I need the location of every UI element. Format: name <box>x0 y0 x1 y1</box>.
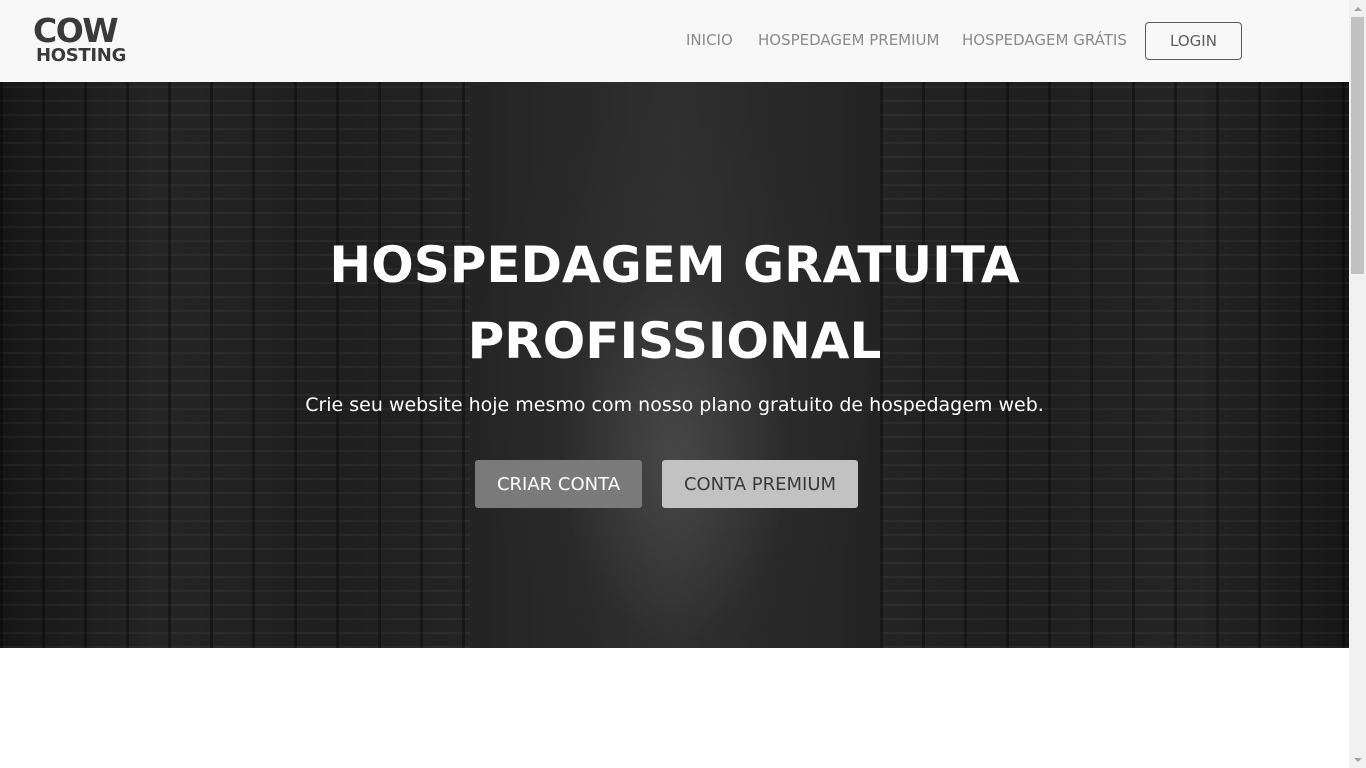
login-button[interactable]: LOGIN <box>1145 22 1242 60</box>
hero-title-line-2: PROFISSIONAL <box>467 312 882 370</box>
hero-title: HOSPEDAGEM GRATUITA PROFISSIONAL <box>0 227 1349 379</box>
scroll-down-arrow-icon[interactable] <box>1349 751 1366 768</box>
logo-line-2: HOSTING <box>36 45 127 66</box>
hero-subtitle: Crie seu website hoje mesmo com nosso pl… <box>305 394 1044 416</box>
vertical-scrollbar[interactable] <box>1349 0 1366 768</box>
scrollbar-thumb[interactable] <box>1351 17 1364 274</box>
nav-link-hospedagem-gratis[interactable]: HOSPEDAGEM GRÁTIS <box>962 31 1127 49</box>
nav-link-inicio[interactable]: INICIO <box>686 31 733 49</box>
logo[interactable]: COW HOSTING <box>33 14 129 68</box>
scroll-up-arrow-icon[interactable] <box>1349 0 1366 17</box>
premium-account-button[interactable]: CONTA PREMIUM <box>662 460 858 508</box>
logo-line-1: COW <box>33 11 119 50</box>
hero-section: HOSPEDAGEM GRATUITA PROFISSIONAL Crie se… <box>0 82 1349 648</box>
content-area <box>0 648 1349 768</box>
nav-link-hospedagem-premium[interactable]: HOSPEDAGEM PREMIUM <box>758 31 939 49</box>
hero-title-line-1: HOSPEDAGEM GRATUITA <box>329 236 1020 294</box>
create-account-button[interactable]: CRIAR CONTA <box>475 460 642 508</box>
site-header: COW HOSTING INICIO HOSPEDAGEM PREMIUM HO… <box>0 0 1349 82</box>
page: COW HOSTING INICIO HOSPEDAGEM PREMIUM HO… <box>0 0 1349 768</box>
